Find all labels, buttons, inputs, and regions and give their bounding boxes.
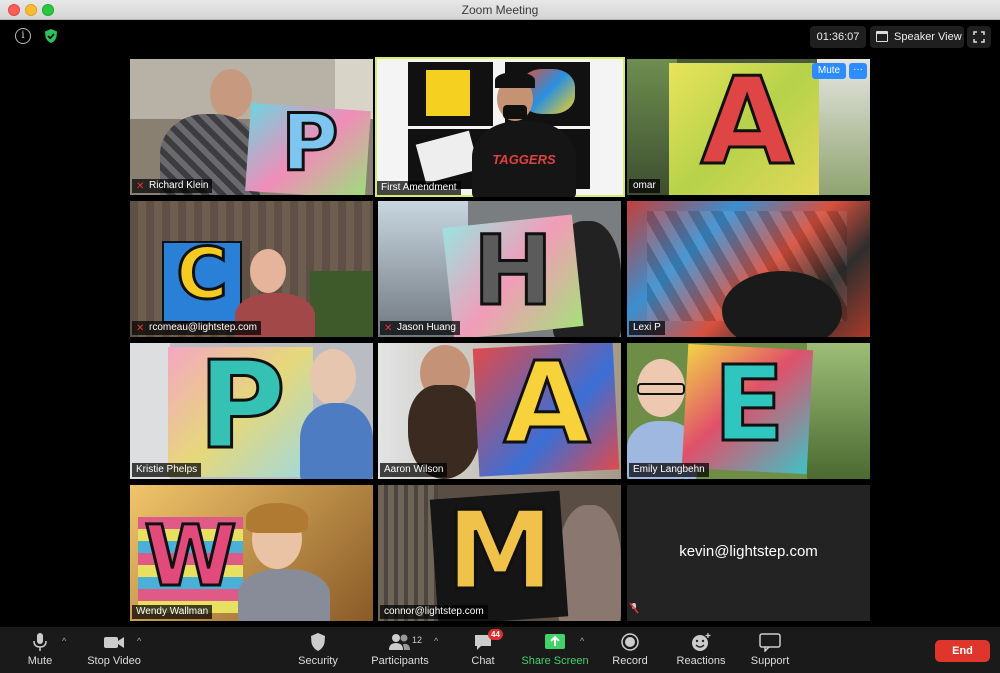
participant-hair [246, 503, 308, 533]
video-tile-kevin[interactable]: kevin@lightstep.com [627, 485, 870, 621]
share-options-chevron-icon[interactable]: ^ [580, 636, 584, 646]
video-tile-jason-huang[interactable]: H ✕ Jason Huang [378, 201, 621, 337]
fullscreen-icon [973, 31, 985, 43]
video-tile-connor[interactable]: M connor@lightstep.com [378, 485, 621, 621]
stop-video-button[interactable]: Stop Video [82, 627, 146, 673]
sign-letter: M [445, 488, 555, 616]
video-camera-icon [104, 637, 124, 648]
security-button[interactable]: Security [296, 627, 340, 673]
sign-letter: P [280, 98, 340, 191]
tile-mute-button[interactable]: Mute [812, 63, 846, 79]
sign-letter: C [175, 232, 229, 317]
record-icon [621, 633, 639, 651]
video-tile-rcomeau[interactable]: C ✕ rcomeau@lightstep.com [130, 201, 373, 337]
view-grid-icon [876, 31, 888, 42]
tree-background [817, 59, 870, 195]
participant-name-label: Kristie Phelps [132, 463, 202, 477]
support-button[interactable]: Support [748, 627, 792, 673]
door-background [130, 343, 170, 479]
participant-name-label: Emily Langbehn [629, 463, 709, 477]
meeting-top-bar: i 01:36:07 Speaker View [0, 20, 1000, 54]
participants-button[interactable]: 12 Participants [368, 627, 432, 673]
participant-face [210, 69, 252, 119]
participants-options-chevron-icon[interactable]: ^ [434, 636, 438, 646]
participant-display-name: kevin@lightstep.com [679, 543, 818, 560]
participant-cap [495, 72, 535, 88]
sign-letter: A [699, 59, 795, 194]
garden-background [310, 271, 373, 337]
video-tile-kristie-phelps[interactable]: P Kristie Phelps [130, 343, 373, 479]
participant-name-label: ✕ Richard Klein [132, 179, 213, 193]
participant-body [238, 569, 330, 621]
fence-background [378, 485, 438, 621]
tile-more-button[interactable]: ··· [849, 63, 867, 79]
muted-mic-icon: ✕ [384, 323, 393, 334]
participant-name-label: Aaron Wilson [380, 463, 448, 477]
participant-body [558, 505, 621, 621]
mute-button[interactable]: Mute [20, 627, 60, 673]
muted-mic-icon [629, 601, 639, 619]
video-tile-first-amendment[interactable]: TAGGERS First Amendment [375, 57, 625, 197]
window-title: Zoom Meeting [461, 3, 539, 17]
info-icon[interactable]: i [15, 28, 31, 44]
tree-background [807, 343, 870, 479]
participant-glasses [637, 383, 685, 395]
speaker-view-button[interactable]: Speaker View [870, 26, 964, 48]
participant-name-label: ✕ Jason Huang [380, 321, 460, 335]
sign-letter: A [502, 343, 592, 471]
meeting-toolbar: Mute ^ Stop Video ^ Security 12 Particip… [0, 627, 1000, 673]
fullscreen-button[interactable] [967, 26, 991, 48]
share-screen-button[interactable]: Share Screen [520, 627, 590, 673]
video-tile-richard-klein[interactable]: P ✕ Richard Klein [130, 59, 373, 195]
sign-letter: P [197, 343, 288, 478]
window-title-bar: Zoom Meeting [0, 0, 1000, 20]
meeting-timer: 01:36:07 [810, 26, 866, 48]
people-icon [389, 634, 410, 650]
participant-name-label: omar [629, 179, 660, 193]
share-screen-icon [545, 634, 565, 649]
participant-name-label: First Amendment [377, 181, 461, 195]
video-tile-omar[interactable]: A omar [627, 59, 870, 195]
participant-face [310, 349, 356, 405]
end-meeting-button[interactable]: End [935, 640, 990, 662]
shield-icon [311, 633, 325, 651]
support-chat-icon [759, 633, 781, 652]
shirt-text: TAGGERS [492, 152, 556, 167]
sign-letter: W [143, 506, 239, 607]
video-tile-aaron-wilson[interactable]: A Aaron Wilson [378, 343, 621, 479]
participant-mask [503, 105, 527, 119]
muted-mic-icon: ✕ [136, 323, 145, 334]
art-panel-letter [423, 67, 473, 119]
smiley-plus-icon [692, 633, 711, 651]
encryption-shield-icon[interactable] [43, 28, 59, 44]
participant-name-label: ✕ rcomeau@lightstep.com [132, 321, 261, 335]
chat-unread-badge: 44 [488, 629, 503, 640]
microphone-icon [33, 633, 47, 651]
participant-name-label: Lexi P [629, 321, 665, 335]
reactions-button[interactable]: Reactions [674, 627, 728, 673]
participant-face [250, 249, 286, 293]
video-tile-lexi-p[interactable]: Lexi P [627, 201, 870, 337]
video-options-chevron-icon[interactable]: ^ [137, 636, 141, 646]
participants-count: 12 [412, 635, 423, 645]
audio-options-chevron-icon[interactable]: ^ [62, 636, 66, 646]
record-button[interactable]: Record [610, 627, 650, 673]
chat-button[interactable]: 44 Chat [466, 627, 503, 673]
speaker-view-label: Speaker View [894, 31, 962, 43]
participant-body [300, 403, 373, 479]
sign-letter: E [712, 343, 786, 467]
participant-name-label: Wendy Wallman [132, 605, 213, 619]
video-tile-emily-langbehn[interactable]: E Emily Langbehn [627, 343, 870, 479]
sign-letter: H [471, 214, 554, 329]
muted-mic-icon: ✕ [136, 181, 145, 192]
participant-name-label: connor@lightstep.com [380, 605, 488, 619]
video-tile-wendy-wallman[interactable]: W Wendy Wallman [130, 485, 373, 621]
